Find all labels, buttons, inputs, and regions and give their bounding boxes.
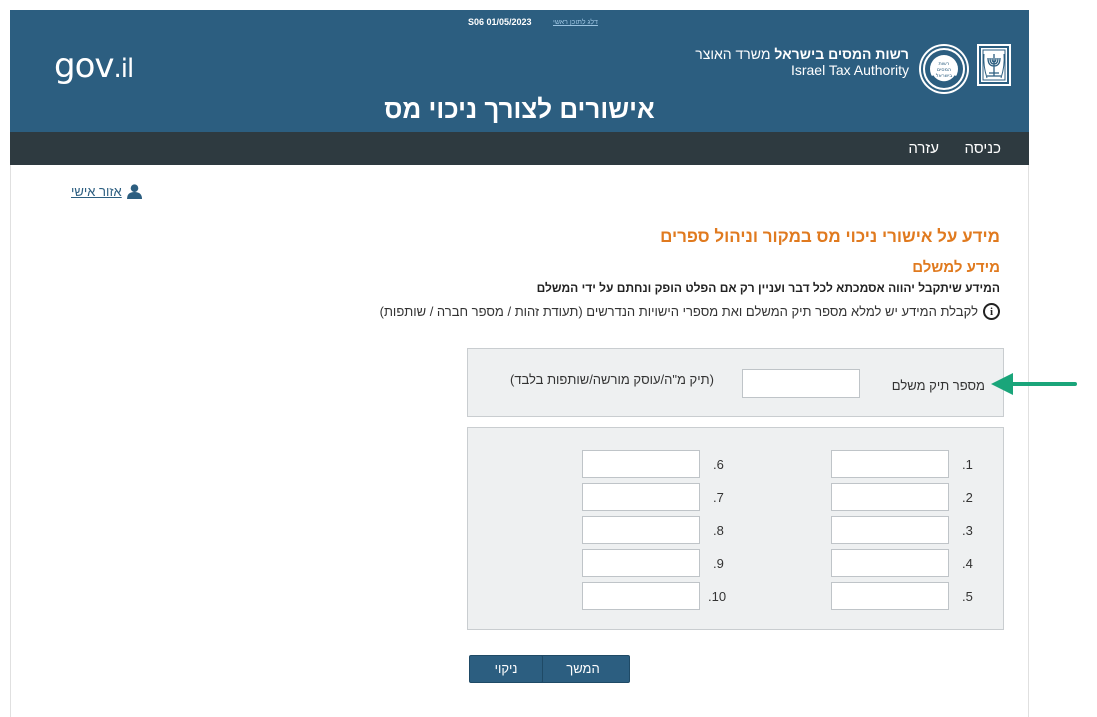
info-icon: i <box>983 303 1000 320</box>
authority-hebrew-bold: רשות המסים בישראל <box>774 46 909 62</box>
entity-label-9: .9 <box>713 556 724 571</box>
entity-label-7: .7 <box>713 490 724 505</box>
payer-file-box: מספר תיק משלם (תיק מ"ה/עוסק מורשה/שותפות… <box>467 348 1004 417</box>
entity-row-2: .2 <box>831 483 991 511</box>
entity-label-10: .10 <box>708 589 727 604</box>
payer-file-hint: (תיק מ"ה/עוסק מורשה/שותפות בלבד) <box>510 372 714 387</box>
continue-button[interactable]: המשך <box>536 655 630 683</box>
nav-help-link[interactable]: עזרה <box>908 140 939 157</box>
user-icon <box>126 184 142 199</box>
subsection-title: מידע למשלם <box>912 259 1000 276</box>
validity-notice: המידע שיתקבל יהווה אסמכתא לכל דבר ועניין… <box>536 281 1000 295</box>
entity-row-5: .5 <box>831 582 991 610</box>
emblem-text-3: בישראל <box>936 73 953 79</box>
instruction-line: i לקבלת המידע יש למלא מספר תיק המשלם ואת… <box>380 303 1000 320</box>
skip-to-content-link[interactable]: דלג לתוכן ראשי <box>553 19 598 26</box>
entity-input-2[interactable] <box>831 483 949 511</box>
entity-input-5[interactable] <box>831 582 949 610</box>
entity-row-10: .10 <box>582 582 752 610</box>
authority-hebrew-ministry: משרד האוצר <box>695 46 771 62</box>
version-label: S06 01/05/2023 <box>468 17 532 27</box>
gov-logo-separator: . <box>113 54 122 84</box>
entity-label-1: .1 <box>962 457 973 472</box>
green-arrow-icon <box>991 373 1077 395</box>
gov-logo-suffix: il <box>120 54 134 84</box>
entity-input-7[interactable] <box>582 483 700 511</box>
entity-row-7: .7 <box>582 483 752 511</box>
authority-hebrew: רשות המסים בישראל משרד האוצר <box>695 46 909 62</box>
entity-row-4: .4 <box>831 549 991 577</box>
payer-file-label: מספר תיק משלם <box>891 378 985 393</box>
entity-row-9: .9 <box>582 549 752 577</box>
content-area: אזור אישי מידע על אישורי ניכוי מס במקור … <box>10 165 1029 717</box>
entity-input-6[interactable] <box>582 450 700 478</box>
gov-il-logo[interactable]: gov.il <box>54 46 134 86</box>
entity-label-4: .4 <box>962 556 973 571</box>
tax-authority-name: רשות המסים בישראל משרד האוצר Israel Tax … <box>695 46 909 78</box>
entity-label-8: .8 <box>713 523 724 538</box>
instruction-text: לקבלת המידע יש למלא מספר תיק המשלם ואת מ… <box>379 304 978 319</box>
entity-input-3[interactable] <box>831 516 949 544</box>
entity-input-8[interactable] <box>582 516 700 544</box>
entity-label-2: .2 <box>962 490 973 505</box>
entity-row-6: .6 <box>582 450 752 478</box>
header-top-strip: S06 01/05/2023 דלג לתוכן ראשי <box>10 10 1029 30</box>
site-header: S06 01/05/2023 דלג לתוכן ראשי gov.il רשו… <box>10 10 1029 132</box>
entity-numbers-box: .1 .2 .3 .4 .5 .6 .7 .8 .9 .10 <box>467 427 1004 630</box>
personal-area-label: אזור אישי <box>71 184 122 199</box>
clear-button[interactable]: ניקוי <box>469 655 543 683</box>
state-emblem-icon <box>977 44 1011 86</box>
entity-label-6: .6 <box>713 457 724 472</box>
entity-input-10[interactable] <box>582 582 700 610</box>
payer-file-input[interactable] <box>742 369 860 398</box>
entity-label-5: .5 <box>962 589 973 604</box>
entity-row-8: .8 <box>582 516 752 544</box>
page-title: אישורים לצורך ניכוי מס <box>384 94 655 124</box>
gov-logo-text: gov <box>54 46 115 86</box>
authority-english: Israel Tax Authority <box>790 62 909 78</box>
main-navbar: כניסה עזרה <box>10 132 1029 165</box>
section-title: מידע על אישורי ניכוי מס במקור וניהול ספר… <box>660 227 1000 246</box>
nav-login-link[interactable]: כניסה <box>964 140 1001 157</box>
entity-input-9[interactable] <box>582 549 700 577</box>
entity-input-4[interactable] <box>831 549 949 577</box>
tax-authority-emblem-icon: רשות המסים בישראל <box>921 46 967 92</box>
entity-input-1[interactable] <box>831 450 949 478</box>
entity-label-3: .3 <box>962 523 973 538</box>
personal-area-link[interactable]: אזור אישי <box>71 184 143 199</box>
entity-row-1: .1 <box>831 450 991 478</box>
entity-row-3: .3 <box>831 516 991 544</box>
